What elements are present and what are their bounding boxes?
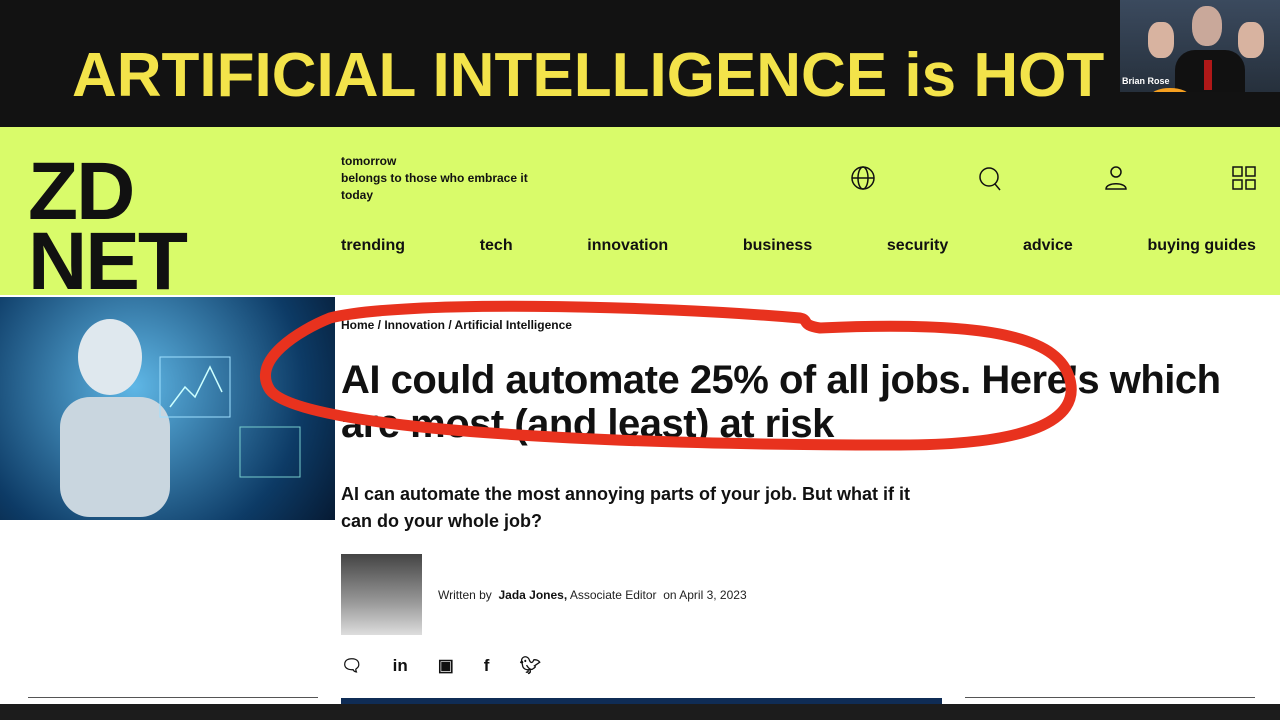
nav-security[interactable]: security — [887, 237, 948, 255]
author-link[interactable]: Jada Jones, — [498, 588, 567, 602]
share-bar: 🗨︎ in ▣ f 🐦︎ — [341, 656, 541, 676]
twitter-icon[interactable]: 🐦︎ — [519, 656, 541, 676]
webcam-feed: Brian Rose — [1120, 0, 1280, 92]
byline: Written by Jada Jones, Associate Editor … — [438, 588, 747, 602]
banner-title: ARTIFICIAL INTELLIGENCE is HOT — [72, 41, 1105, 110]
grid-menu-icon[interactable] — [1231, 165, 1257, 191]
author-avatar[interactable] — [341, 554, 422, 635]
nav-advice[interactable]: advice — [1023, 237, 1073, 255]
video-title-banner: ARTIFICIAL INTELLIGENCE is HOT — [0, 0, 1280, 127]
globe-icon[interactable] — [850, 165, 876, 191]
nav-innovation[interactable]: innovation — [587, 237, 668, 255]
participant-name: Brian Rose — [1122, 76, 1170, 86]
comment-icon[interactable]: 🗨︎ — [341, 656, 363, 676]
divider — [28, 697, 318, 698]
divider — [965, 697, 1255, 698]
robot-illustration — [60, 319, 301, 517]
tagline: tomorrow belongs to those who embrace it t… — [341, 154, 528, 202]
video-bottom-bar — [0, 704, 1280, 720]
nav-business[interactable]: business — [743, 237, 812, 255]
breadcrumb[interactable]: Home / Innovation / Artificial Intellige… — [341, 318, 572, 332]
article-subheadline: AI can automate the most annoying parts … — [341, 484, 911, 531]
hero-image-robot — [0, 297, 335, 520]
article-headline: AI could automate 25% of all jobs. Here'… — [341, 358, 1221, 446]
zdnet-logo[interactable]: ZD NET — [28, 151, 188, 303]
site-header: ZD NET tomorrow belongs to those who embra… — [0, 127, 1280, 303]
search-icon[interactable] — [977, 165, 1003, 191]
facebook-icon[interactable]: f — [484, 656, 490, 676]
nav-trending[interactable]: trending — [341, 237, 405, 255]
user-icon[interactable] — [1103, 165, 1129, 191]
main-nav: trending tech innovation business securi… — [341, 237, 1256, 255]
publish-date: on April 3, 2023 — [663, 588, 747, 602]
nav-buying-guides[interactable]: buying guides — [1147, 237, 1255, 255]
nav-tech[interactable]: tech — [480, 237, 513, 255]
flipboard-icon[interactable]: ▣ — [438, 656, 454, 676]
linkedin-icon[interactable]: in — [393, 656, 408, 676]
